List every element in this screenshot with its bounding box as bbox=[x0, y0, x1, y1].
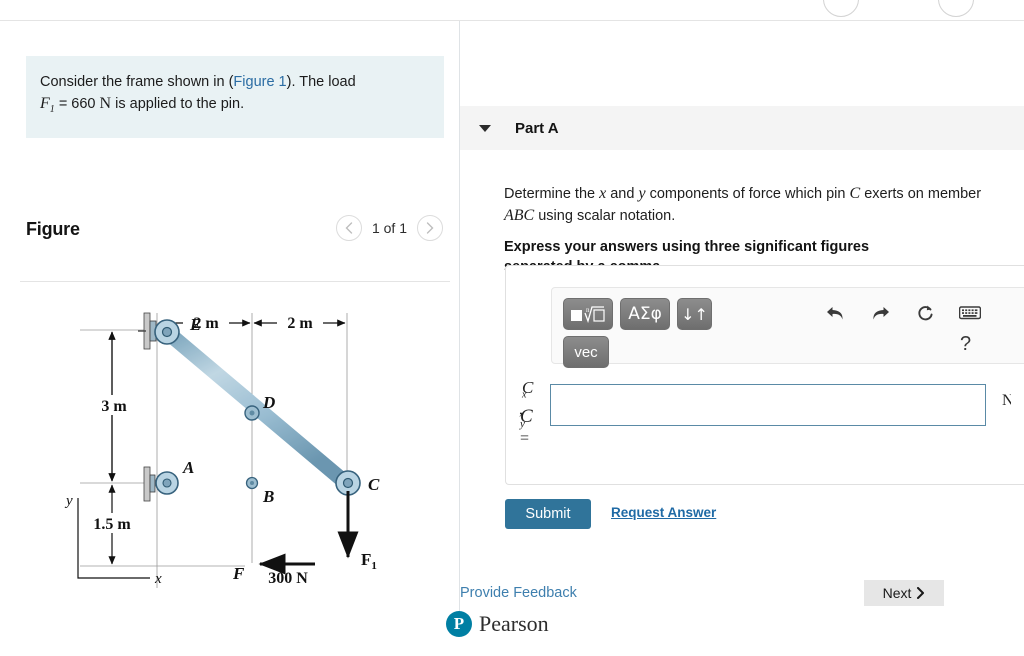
problem-statement: Consider the frame shown in (Figure 1). … bbox=[26, 56, 444, 139]
question-var-c: C bbox=[849, 185, 861, 202]
submit-button[interactable]: Submit bbox=[505, 499, 591, 529]
vec-button[interactable]: vec bbox=[563, 336, 609, 368]
undo-arrow-icon bbox=[826, 306, 843, 319]
prompt-text-b: ). The load bbox=[286, 74, 356, 90]
reset-button[interactable] bbox=[910, 298, 940, 328]
question-pre: Determine the bbox=[504, 186, 600, 202]
question-mid1: and bbox=[606, 186, 639, 202]
undo-button[interactable] bbox=[820, 298, 850, 328]
prompt-text-tail: is applied to the pin. bbox=[115, 96, 245, 112]
sqrt-icon: n bbox=[571, 306, 605, 324]
prompt-text-a: Consider the frame shown in ( bbox=[40, 74, 234, 90]
svg-text:n: n bbox=[586, 306, 590, 314]
support-A bbox=[143, 466, 156, 502]
question-text: Determine the x and y components of forc… bbox=[504, 183, 994, 227]
redo-arrow-icon bbox=[872, 306, 889, 319]
pin-A bbox=[155, 471, 179, 495]
redo-button[interactable] bbox=[865, 298, 895, 328]
pearson-wordmark: Pearson bbox=[479, 611, 549, 636]
label-D: D bbox=[262, 393, 275, 412]
dim-top-right: 2 m bbox=[287, 315, 313, 332]
caret-down-icon[interactable] bbox=[479, 124, 491, 132]
chevron-right-icon bbox=[917, 587, 925, 599]
answer-panel: n ΑΣφ ↓↑ vec ? C x , C y = N bbox=[505, 265, 1024, 485]
pin-D bbox=[244, 405, 260, 421]
dim-vertical-lower: 1.5 m bbox=[93, 516, 131, 533]
support-E bbox=[138, 312, 157, 350]
label-C: C bbox=[368, 475, 380, 494]
figure-counter: 1 of 1 bbox=[371, 220, 407, 236]
keyboard-icon bbox=[959, 306, 981, 320]
figure-link[interactable]: Figure 1 bbox=[233, 74, 286, 90]
right-panel: Part A Determine the x and y components … bbox=[446, 21, 1024, 656]
part-a-header[interactable]: Part A bbox=[460, 106, 1024, 150]
label-cx: Cx bbox=[522, 378, 534, 401]
figure-title: Figure bbox=[26, 219, 80, 239]
sqrt-template-button[interactable]: n bbox=[563, 298, 613, 330]
label-cy: Cy bbox=[520, 406, 533, 430]
math-toolbar: n ΑΣφ ↓↑ vec ? bbox=[551, 287, 1024, 368]
axis-y-label: y bbox=[64, 493, 73, 509]
page-root: Consider the frame shown in (Figure 1). … bbox=[0, 0, 1024, 656]
question-member-abc: ABC bbox=[504, 207, 535, 224]
request-answer-link[interactable]: Request Answer bbox=[611, 505, 716, 520]
next-button[interactable]: Next bbox=[864, 580, 944, 606]
label-F: F bbox=[232, 564, 245, 583]
pin-E bbox=[154, 319, 180, 345]
pearson-logo: P Pearson bbox=[446, 611, 549, 637]
figure-header: Figure 1 of 1 bbox=[26, 215, 444, 263]
answer-unit-label: N bbox=[1002, 392, 1011, 409]
top-toolbar bbox=[0, 0, 1024, 21]
question-var-y: y bbox=[638, 185, 646, 202]
question-end: using scalar notation. bbox=[534, 208, 676, 224]
dim-vertical-upper: 3 m bbox=[101, 398, 127, 415]
figure-navigation: 1 of 1 bbox=[335, 215, 443, 241]
reset-circular-arrow-icon bbox=[917, 305, 933, 320]
pin-B bbox=[245, 476, 259, 490]
figure-image[interactable]: 2 m 2 m 3 m 1.5 m y x E D A B C F 300 N … bbox=[20, 283, 450, 603]
part-label: Part A bbox=[515, 119, 559, 137]
question-mid2: components of force which pin bbox=[645, 186, 850, 202]
help-button[interactable]: ? bbox=[960, 333, 971, 356]
updown-arrows-button[interactable]: ↓↑ bbox=[677, 298, 712, 330]
chevron-right-icon bbox=[426, 222, 434, 234]
top-circle-button-1[interactable] bbox=[823, 0, 859, 17]
left-panel: Consider the frame shown in (Figure 1). … bbox=[0, 21, 459, 656]
axis-x-label: x bbox=[154, 571, 162, 587]
chevron-left-icon bbox=[345, 222, 353, 234]
force-symbol: F1 bbox=[40, 95, 55, 116]
pearson-mark-icon: P bbox=[446, 611, 472, 637]
top-circle-button-2[interactable] bbox=[938, 0, 974, 17]
figure-prev-button[interactable] bbox=[335, 215, 362, 241]
label-B: B bbox=[262, 487, 274, 506]
greek-symbols-button[interactable]: ΑΣφ bbox=[620, 298, 670, 330]
force-F1-label: F1 bbox=[361, 550, 377, 572]
label-equals: = bbox=[520, 430, 530, 447]
provide-feedback-link[interactable]: Provide Feedback bbox=[460, 585, 577, 601]
force-equation: = 660 bbox=[58, 96, 96, 112]
question-mid3: exerts on member bbox=[860, 186, 982, 202]
frame-diagram-svg: 2 m 2 m 3 m 1.5 m y x E D A B C F 300 N … bbox=[64, 312, 380, 588]
force-300N-label: 300 N bbox=[268, 570, 308, 587]
label-E: E bbox=[189, 315, 201, 334]
force-unit: N bbox=[99, 95, 112, 112]
answer-input[interactable] bbox=[550, 384, 986, 426]
next-label: Next bbox=[882, 585, 912, 601]
figure-next-button[interactable] bbox=[417, 215, 443, 241]
label-A: A bbox=[182, 458, 194, 477]
figure-divider bbox=[20, 281, 450, 282]
keyboard-button[interactable] bbox=[955, 298, 985, 328]
